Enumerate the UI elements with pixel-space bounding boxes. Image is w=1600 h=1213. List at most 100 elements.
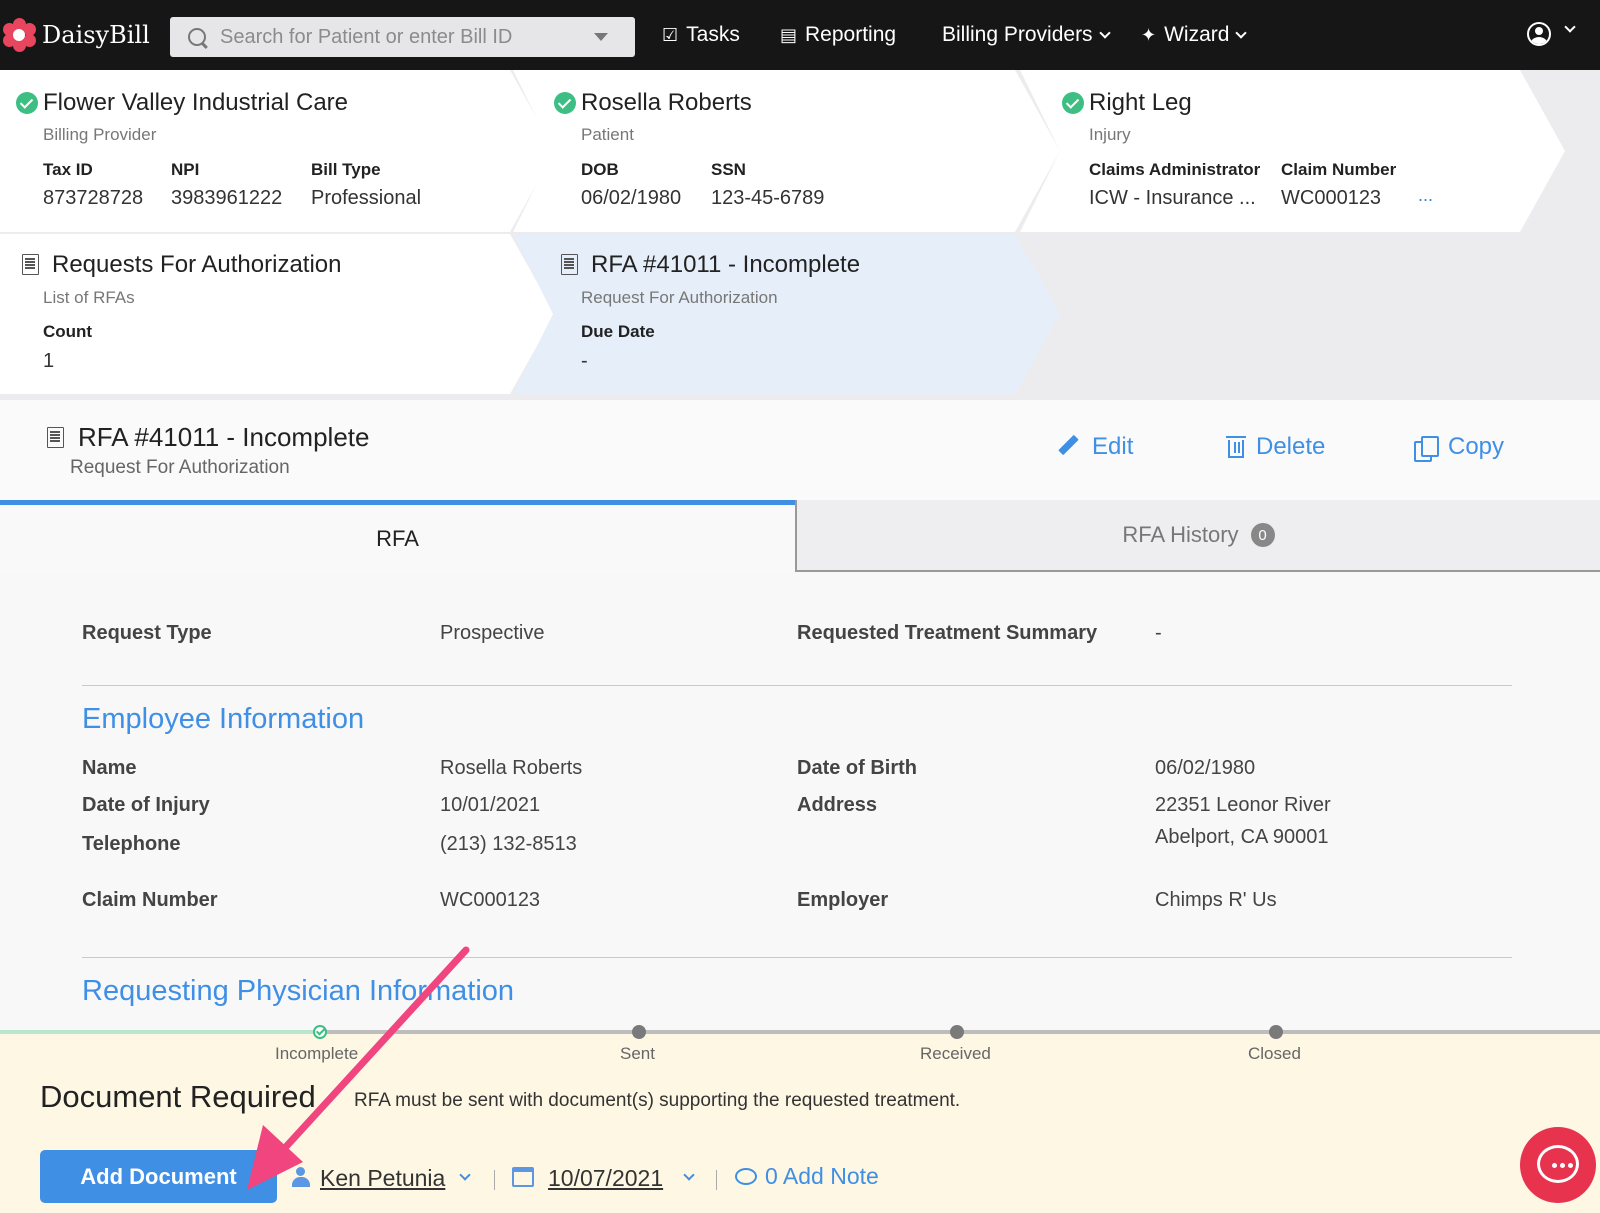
- telephone-value: (213) 132-8513: [440, 833, 577, 855]
- employer-label: Employer: [797, 889, 889, 911]
- rfa-crumb-subtitle: Request For Authorization: [581, 288, 778, 307]
- magic-wand-icon: ✦: [1141, 24, 1157, 45]
- document-required-title: Document Required: [40, 1079, 316, 1114]
- npi-label: NPI: [171, 160, 200, 179]
- divider: [82, 685, 1512, 686]
- patient-subtitle: Patient: [581, 125, 634, 144]
- rfa-crumb-title: RFA #41011 - Incomplete: [591, 251, 861, 278]
- user-account-icon[interactable]: [1527, 22, 1551, 46]
- nav-tasks-label: Tasks: [686, 23, 740, 46]
- telephone-label: Telephone: [82, 833, 181, 855]
- calendar-icon: [512, 1167, 534, 1187]
- tab-rfa-history[interactable]: RFA History 0: [795, 500, 1600, 572]
- employer-value: Chimps R' Us: [1155, 889, 1277, 911]
- ssn-value: 123-45-6789: [711, 187, 825, 209]
- rfa-subtitle: Request For Authorization: [70, 457, 290, 478]
- copy-button[interactable]: Copy: [1414, 433, 1504, 462]
- document-icon: [47, 427, 64, 448]
- step-closed-dot: [1269, 1025, 1283, 1039]
- tax-id-label: Tax ID: [43, 160, 93, 179]
- copy-icon: [1414, 436, 1439, 462]
- date-of-injury-label: Date of Injury: [82, 794, 210, 816]
- nav-tasks[interactable]: ☑ Tasks: [662, 0, 740, 70]
- date-select[interactable]: 10/07/2021: [548, 1165, 663, 1192]
- step-sent-dot: [632, 1025, 646, 1039]
- tab-rfa[interactable]: RFA: [0, 500, 795, 572]
- employee-info-heading: Employee Information: [82, 703, 365, 735]
- patient-search[interactable]: [170, 17, 635, 57]
- speech-bubble-icon: [735, 1168, 757, 1185]
- injury-subtitle: Injury: [1089, 125, 1131, 144]
- add-document-button[interactable]: Add Document: [40, 1150, 277, 1203]
- nav-wizard-label: Wizard: [1164, 23, 1230, 46]
- claim-number-label: Claim Number: [1281, 160, 1397, 179]
- request-type-value: Prospective: [440, 622, 545, 644]
- step-incomplete-label: Incomplete: [275, 1044, 359, 1063]
- injury-card[interactable]: Right Leg Injury Claims Administrator IC…: [1020, 70, 1565, 232]
- edit-button[interactable]: Edit: [1058, 433, 1133, 461]
- chat-support-button[interactable]: [1520, 1127, 1596, 1203]
- person-icon: [292, 1167, 310, 1187]
- rfa-tabs: RFA RFA History 0: [0, 500, 1600, 572]
- address-line2: Abelport, CA 90001: [1155, 826, 1329, 848]
- nav-reporting-label: Reporting: [805, 23, 897, 46]
- document-icon: [561, 254, 578, 275]
- employee-name-label: Name: [82, 757, 137, 779]
- daisy-logo-icon: [2, 18, 36, 52]
- assignee-select[interactable]: Ken Petunia: [320, 1165, 445, 1192]
- dob-value: 06/02/1980: [581, 187, 682, 209]
- patient-name: Rosella Roberts: [581, 89, 752, 116]
- caret-down-icon[interactable]: [594, 33, 608, 41]
- search-input[interactable]: [220, 25, 590, 49]
- brand-name: DaisyBill: [42, 21, 150, 49]
- billing-provider-card[interactable]: Flower Valley Industrial Care Billing Pr…: [0, 70, 555, 232]
- nav-billing-providers-label: Billing Providers: [942, 23, 1093, 46]
- date-of-birth-value: 06/02/1980: [1155, 757, 1256, 779]
- patient-card[interactable]: Rosella Roberts Patient DOB 06/02/1980 S…: [513, 70, 1060, 232]
- claims-admin-label: Claims Administrator: [1089, 160, 1261, 179]
- check-circle-icon: [554, 92, 576, 114]
- date-of-birth-label: Date of Birth: [797, 757, 917, 779]
- npi-value: 3983961222: [171, 187, 283, 209]
- document-required-message: RFA must be sent with document(s) suppor…: [354, 1090, 961, 1111]
- claim-number-value: WC000123: [1281, 187, 1382, 209]
- nav-billing-providers[interactable]: Billing Providers: [942, 0, 1111, 70]
- rfa-list-subtitle: List of RFAs: [43, 288, 135, 307]
- rfa-header: RFA #41011 - Incomplete Request For Auth…: [0, 400, 1600, 500]
- delete-button[interactable]: Delete: [1226, 433, 1325, 461]
- progress-track-complete: [0, 1030, 320, 1034]
- physician-info-heading: Requesting Physician Information: [82, 975, 515, 1007]
- chevron-down-icon: [1098, 26, 1111, 39]
- pencil-icon: [1058, 436, 1080, 458]
- due-date-value: -: [581, 350, 588, 372]
- bill-type-label: Bill Type: [311, 160, 381, 179]
- chevron-down-icon[interactable]: [1564, 21, 1576, 33]
- request-type-label: Request Type: [82, 622, 212, 644]
- rfa-crumb-card[interactable]: RFA #41011 - Incomplete Request For Auth…: [513, 234, 1060, 394]
- nav-wizard[interactable]: ✦ Wizard: [1141, 0, 1248, 70]
- dob-label: DOB: [581, 160, 619, 179]
- employee-claim-label: Claim Number: [82, 889, 218, 911]
- step-sent-label: Sent: [620, 1044, 655, 1063]
- rfa-title: RFA #41011 - Incomplete: [78, 422, 370, 452]
- nav-reporting[interactable]: ▤ Reporting: [780, 0, 896, 70]
- add-note-button[interactable]: 0 Add Note: [735, 1163, 879, 1190]
- breadcrumb-cards: Flower Valley Industrial Care Billing Pr…: [0, 70, 1600, 400]
- edit-label: Edit: [1092, 433, 1134, 460]
- check-circle-icon: [16, 92, 38, 114]
- step-received-dot: [950, 1025, 964, 1039]
- more-link[interactable]: ...: [1418, 185, 1433, 206]
- divider: [82, 957, 1512, 958]
- due-date-label: Due Date: [581, 322, 655, 341]
- tax-id-value: 873728728: [43, 187, 144, 209]
- brand-logo[interactable]: DaisyBill: [2, 18, 150, 52]
- check-circle-icon: [1062, 92, 1084, 114]
- employee-claim-value: WC000123: [440, 889, 541, 911]
- rfa-list-card[interactable]: Requests For Authorization List of RFAs …: [0, 234, 555, 394]
- ssn-label: SSN: [711, 160, 746, 179]
- top-navbar: DaisyBill ☑ Tasks ▤ Reporting Billing Pr…: [0, 0, 1600, 70]
- claims-admin-value: ICW - Insurance ...: [1089, 187, 1256, 209]
- count-value: 1: [43, 350, 55, 372]
- separator: [494, 1170, 495, 1190]
- provider-subtitle: Billing Provider: [43, 125, 157, 144]
